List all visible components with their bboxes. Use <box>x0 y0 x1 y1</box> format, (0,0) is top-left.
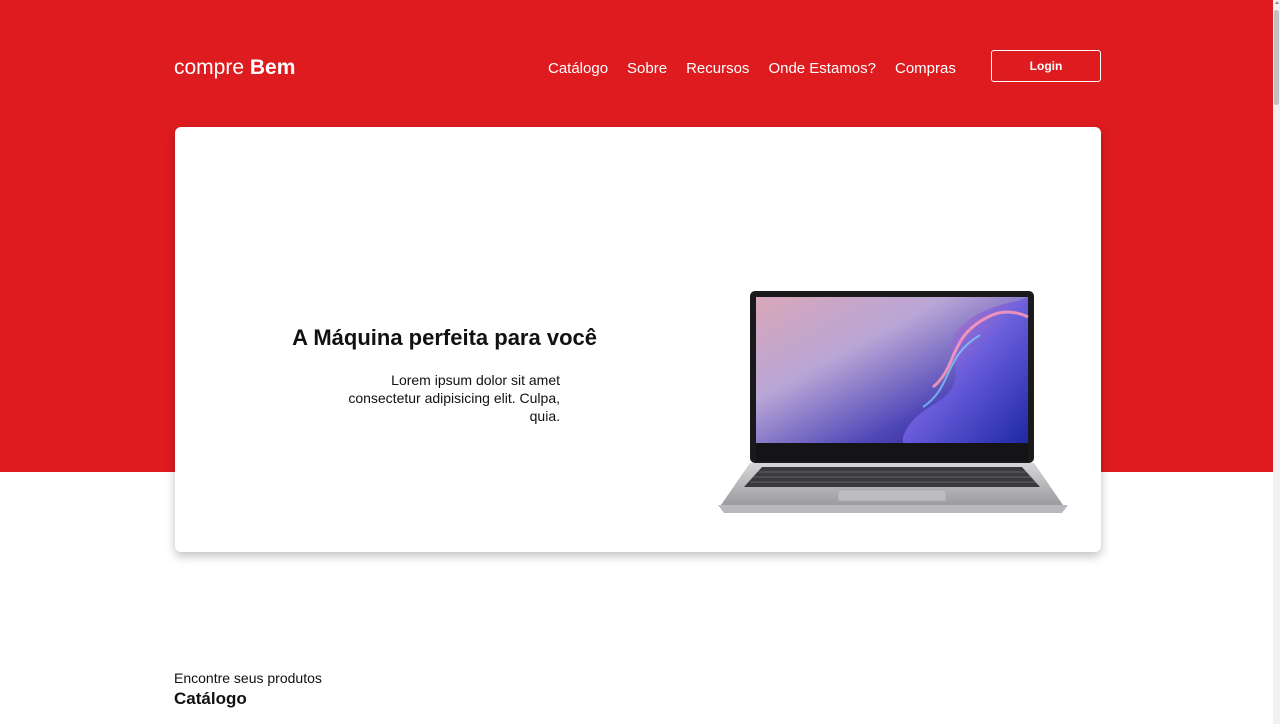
scroll-up-arrow-icon[interactable] <box>1275 1 1279 4</box>
nav-link-compras[interactable]: Compras <box>895 60 956 77</box>
brand-light-text: compre <box>174 56 245 79</box>
brand-logo[interactable]: compre Bem <box>174 56 295 80</box>
catalog-title: Catálogo <box>174 689 247 708</box>
login-button[interactable]: Login <box>991 50 1101 82</box>
main-nav: Catálogo Sobre Recursos Onde Estamos? Co… <box>548 60 956 77</box>
hero-title: A Máquina perfeita para você <box>292 325 597 350</box>
nav-link-recursos[interactable]: Recursos <box>686 60 749 77</box>
laptop-image <box>718 291 1068 513</box>
nav-link-sobre[interactable]: Sobre <box>627 60 667 77</box>
nav-link-onde-estamos[interactable]: Onde Estamos? <box>768 60 876 77</box>
brand-bold-text: Bem <box>249 56 296 79</box>
scrollbar-thumb[interactable] <box>1274 10 1279 105</box>
nav-link-catalogo[interactable]: Catálogo <box>548 60 608 77</box>
catalog-kicker: Encontre seus produtos <box>174 670 322 686</box>
hero-card: A Máquina perfeita para você Lorem ipsum… <box>175 127 1101 552</box>
hero-description: Lorem ipsum dolor sit amet consectetur a… <box>348 372 560 424</box>
site-header: compre Bem Catálogo Sobre Recursos Onde … <box>174 50 1101 90</box>
page-scrollbar[interactable] <box>1273 0 1280 724</box>
